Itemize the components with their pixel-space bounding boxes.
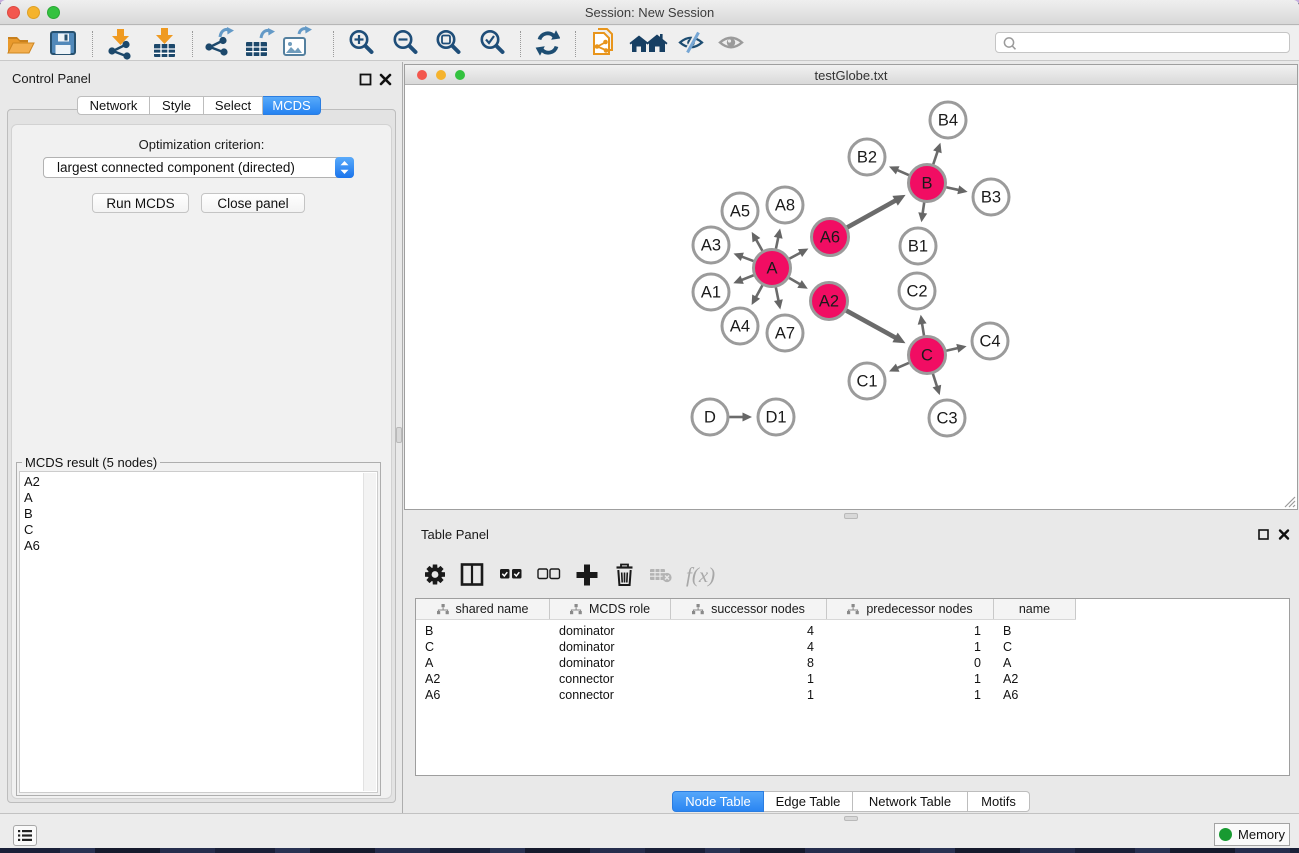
svg-text:C3: C3 [936,410,957,428]
svg-text:A: A [766,260,777,278]
svg-text:C1: C1 [856,373,877,391]
svg-text:B3: B3 [981,189,1001,207]
svg-text:A2: A2 [819,293,839,311]
svg-text:A1: A1 [701,284,721,302]
svg-text:C4: C4 [979,333,1000,351]
svg-text:B2: B2 [857,149,877,167]
svg-text:B4: B4 [938,112,958,130]
svg-text:D: D [704,409,716,427]
svg-text:A5: A5 [730,203,750,221]
svg-text:A3: A3 [701,237,721,255]
svg-text:B1: B1 [908,238,928,256]
svg-text:A7: A7 [775,325,795,343]
svg-text:B: B [921,175,932,193]
svg-text:A6: A6 [820,229,840,247]
svg-text:D1: D1 [765,409,786,427]
svg-text:C: C [921,347,933,365]
svg-text:C2: C2 [906,283,927,301]
svg-text:A4: A4 [730,318,750,336]
svg-text:A8: A8 [775,197,795,215]
